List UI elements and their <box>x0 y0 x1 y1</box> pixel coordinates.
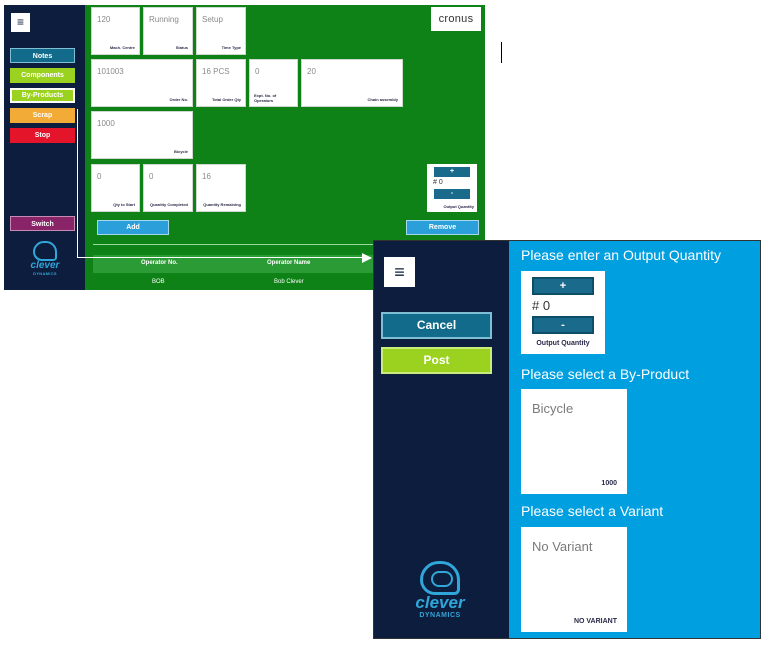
logo-word: clever <box>415 593 465 612</box>
variant-code: NO VARIANT <box>573 618 617 625</box>
by-product-heading: Please select a By-Product <box>521 366 690 382</box>
bicycle-card[interactable]: 1000 Bicycle <box>91 111 193 159</box>
connector-line <box>77 257 371 258</box>
output-quantity-card: + # 0 - Output Quantity <box>521 271 605 354</box>
scrap-button[interactable]: Scrap <box>10 108 75 123</box>
by-product-code: 1000 <box>601 480 617 487</box>
divider <box>93 244 376 245</box>
output-quantity-readout: # 0 <box>433 179 443 186</box>
logo-sub: DYNAMICS <box>419 612 461 619</box>
item-label: Chain assembly <box>367 97 398 102</box>
output-quantity-heading: Please enter an Output Quantity <box>521 247 722 263</box>
qty-completed-card[interactable]: 0 Quantity Completed <box>143 164 193 212</box>
qty-to-start-label: Qty to Start <box>113 202 135 207</box>
clever-dynamics-logo: clever DYNAMICS <box>411 561 469 620</box>
qty-completed-value: 0 <box>149 172 154 181</box>
post-button[interactable]: Post <box>381 347 492 374</box>
output-quantity-label: Output Quantity <box>443 204 474 209</box>
menu-icon[interactable]: ≡ <box>384 257 415 287</box>
qty-to-start-card[interactable]: 0 Qty to Start <box>91 164 140 212</box>
connector-line <box>77 109 78 257</box>
status-value: Running <box>149 15 179 24</box>
output-quantity-label: Output Quantity <box>536 340 590 347</box>
increment-button[interactable]: + <box>532 277 594 295</box>
stop-button[interactable]: Stop <box>10 128 75 143</box>
time-type-card[interactable]: Setup Time Type <box>196 7 246 55</box>
logo-sub: DYNAMICS <box>33 271 57 276</box>
expt-operators-card[interactable]: 0 Expt. No. of Operators <box>249 59 298 107</box>
mach-centre-value: 120 <box>97 15 111 24</box>
switch-button[interactable]: Switch <box>10 216 75 231</box>
operator-no-cell: BOB <box>152 279 165 285</box>
add-button[interactable]: Add <box>97 220 169 235</box>
logo-word: clever <box>30 260 60 271</box>
operator-name-cell: Bob Clever <box>274 279 304 285</box>
output-quantity-readout: # 0 <box>532 298 550 313</box>
components-button[interactable]: Components <box>10 68 75 83</box>
time-type-label: Time Type <box>221 45 241 50</box>
clever-dynamics-logo: clever DYNAMICS <box>27 241 63 276</box>
by-products-button[interactable]: By-Products <box>10 88 75 103</box>
variant-tile[interactable]: No Variant NO VARIANT <box>521 527 627 632</box>
output-quantity-card-small: + # 0 - Output Quantity <box>427 164 477 212</box>
order-no-label: Order No. <box>169 97 188 102</box>
status-card[interactable]: Running Status <box>143 7 193 55</box>
cancel-button[interactable]: Cancel <box>381 312 492 339</box>
col-operator-no[interactable]: Operator No. <box>141 260 178 266</box>
col-operator-name[interactable]: Operator Name <box>267 260 310 266</box>
by-product-dialog: ≡ Cancel Post clever DYNAMICS Please ent… <box>373 240 761 639</box>
mach-centre-card[interactable]: 120 Mach. Centre <box>91 7 140 55</box>
item-card[interactable]: 20 Chain assembly <box>301 59 403 107</box>
qty-to-start-value: 0 <box>97 172 102 181</box>
by-product-tile[interactable]: Bicycle 1000 <box>521 389 627 494</box>
bicycle-label: Bicycle <box>173 149 188 154</box>
output-quantity-value: 0 <box>542 298 551 313</box>
order-no-card[interactable]: 101003 Order No. <box>91 59 193 107</box>
order-no-value: 101003 <box>97 67 124 76</box>
expt-operators-value: 0 <box>255 67 260 76</box>
output-quantity-value: 0 <box>438 179 443 186</box>
expt-operators-label: Expt. No. of Operators <box>254 93 277 103</box>
brain-head-icon <box>33 241 57 261</box>
total-order-qty-label: Total Order Qty <box>211 97 241 102</box>
bicycle-value: 1000 <box>97 119 115 128</box>
total-order-qty-card[interactable]: 16 PCS Total Order Qty <box>196 59 246 107</box>
qty-remaining-value: 16 <box>202 172 211 181</box>
arrow-right-icon <box>362 253 372 263</box>
main-sidebar: ≡ Notes Components By-Products Scrap Sto… <box>4 5 85 290</box>
dialog-sidebar: ≡ Cancel Post clever DYNAMICS <box>374 241 509 638</box>
qty-remaining-card[interactable]: 16 Quantity Remaining <box>196 164 246 212</box>
decrement-button[interactable]: - <box>532 316 594 334</box>
variant-heading: Please select a Variant <box>521 503 664 519</box>
text-cursor <box>501 42 502 63</box>
variant-name: No Variant <box>532 539 593 554</box>
time-type-value: Setup <box>202 15 223 24</box>
item-value: 20 <box>307 67 316 76</box>
menu-icon[interactable]: ≡ <box>11 13 30 32</box>
mach-centre-label: Mach. Centre <box>109 45 135 50</box>
hash-icon: # <box>433 179 437 186</box>
qty-remaining-label: Quantity Remaining <box>203 202 241 207</box>
increment-button[interactable]: + <box>434 167 470 177</box>
hash-icon: # <box>532 298 540 313</box>
status-label: Status <box>175 45 188 50</box>
cronus-logo: cronus <box>431 7 481 31</box>
decrement-button[interactable]: - <box>434 189 470 199</box>
remove-button[interactable]: Remove <box>406 220 479 235</box>
qty-completed-label: Quantity Completed <box>149 202 188 207</box>
total-order-qty-value: 16 PCS <box>202 67 230 76</box>
brain-head-icon <box>420 561 460 595</box>
by-product-name: Bicycle <box>532 401 574 416</box>
notes-button[interactable]: Notes <box>10 48 75 63</box>
